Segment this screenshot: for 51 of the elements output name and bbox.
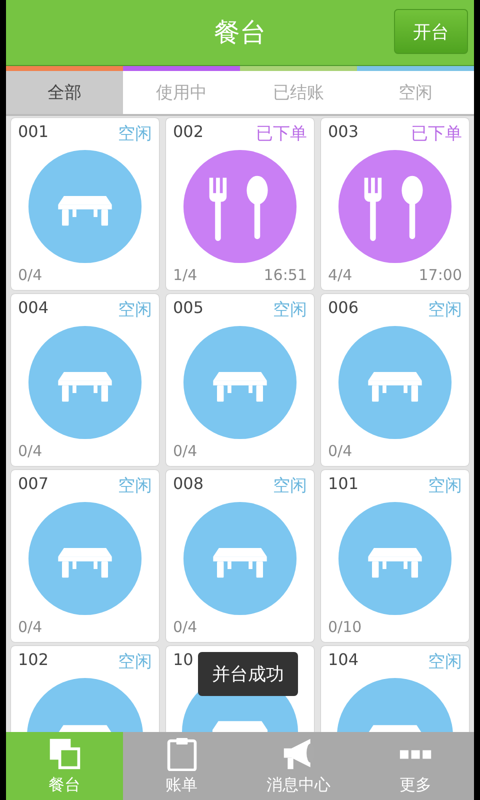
table-number: 002 [173,122,204,143]
table-card[interactable]: 002 已下单 1/4 16:51 [166,118,314,290]
page-title: 餐台 [214,17,266,50]
guest-count: 0/4 [18,442,42,460]
guest-count: 4/4 [328,266,352,284]
toast-message: 并台成功 [198,652,298,696]
order-time: 17:00 [418,266,462,284]
table-card[interactable]: 102 空闲 [11,646,159,732]
table-card[interactable]: 005 空闲 0/4 [166,294,314,466]
filter-tab[interactable]: 全部 [6,71,123,114]
table-card[interactable]: 101 空闲 0/10 [321,470,469,642]
table-status: 空闲 [273,475,307,497]
table-number: 003 [328,122,359,143]
table-card[interactable]: 006 空闲 0/4 [321,294,469,466]
order-time: 16:51 [264,266,307,284]
table-status: 空闲 [273,299,307,321]
table-status: 空闲 [428,299,462,321]
table-number: 007 [18,474,49,495]
more-icon [398,748,432,760]
table-card[interactable]: 003 已下单 4/4 17:00 [321,118,469,290]
table-card[interactable]: 008 空闲 0/4 [166,470,314,642]
table-number: 004 [18,298,49,319]
guest-count: 1/4 [173,266,198,284]
guest-count: 0/4 [18,266,42,284]
table-number: 008 [173,474,204,495]
table-card[interactable]: 004 空闲 0/4 [11,294,159,466]
table-status: 空闲 [118,299,152,321]
table-number: 005 [173,298,204,319]
table-status: 已下单 [411,123,462,145]
table-card[interactable]: 007 空闲 0/4 [11,470,159,642]
table-status: 空闲 [118,123,152,145]
guest-count: 0/4 [18,618,42,636]
table-number: 102 [18,650,49,671]
guest-count: 0/4 [328,442,352,460]
table-number: 10 [173,650,194,669]
guest-count: 0/10 [328,618,362,636]
table-number: 001 [18,122,49,143]
table-status: 空闲 [118,475,152,497]
squares-icon [48,736,82,770]
guest-count: 0/4 [173,618,198,636]
table-card[interactable]: 104 空闲 [321,646,469,732]
table-status: 空闲 [428,651,462,673]
table-status: 空闲 [118,651,152,673]
table-number: 101 [328,474,359,495]
guest-count: 0/4 [173,442,198,460]
table-number: 104 [328,650,359,671]
clipboard-icon [164,736,198,770]
table-status: 已下单 [256,123,307,145]
table-number: 006 [328,298,359,319]
table-card[interactable]: 001 空闲 0/4 [11,118,159,290]
table-status: 空闲 [428,475,462,497]
